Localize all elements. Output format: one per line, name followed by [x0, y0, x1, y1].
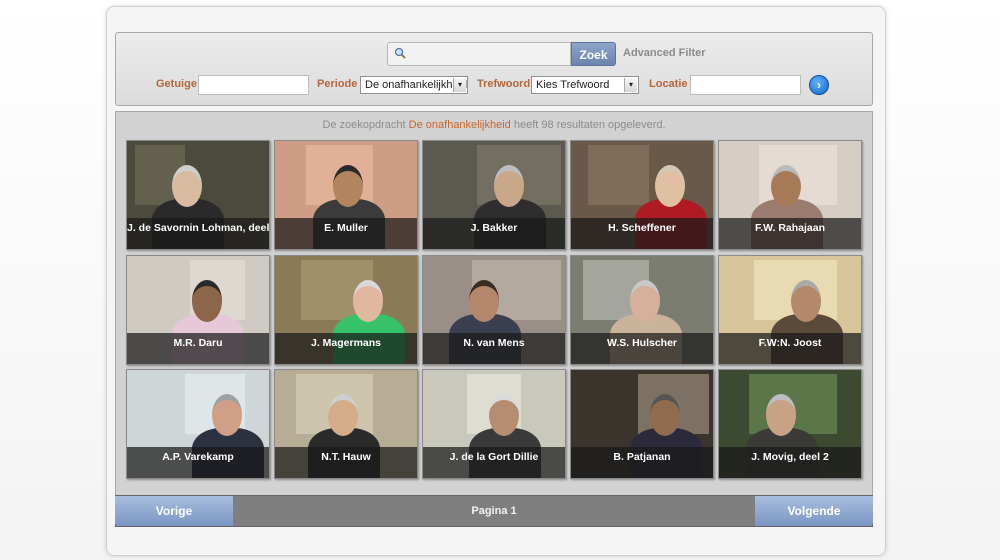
- search-icon: [394, 47, 406, 59]
- arrow-right-icon: ›: [817, 78, 821, 92]
- witness-name: M.R. Daru: [127, 333, 269, 364]
- witness-name: J. de la Gort Dillie: [423, 447, 565, 478]
- witness-name: N.T. Hauw: [275, 447, 417, 478]
- person-head: [469, 280, 499, 322]
- witness-name: F.W:N. Joost: [719, 333, 861, 364]
- person-head: [333, 165, 363, 207]
- person-head: [212, 394, 242, 436]
- witness-name: J. Movig, deel 2: [719, 447, 861, 478]
- getuige-label: Getuige: [156, 78, 197, 90]
- periode-label: Periode: [317, 78, 358, 90]
- witness-name: A.P. Varekamp: [127, 447, 269, 478]
- witness-tile[interactable]: J. Bakker: [422, 140, 566, 250]
- witness-tile[interactable]: N.T. Hauw: [274, 369, 418, 479]
- next-page-button[interactable]: Volgende: [755, 496, 873, 526]
- witness-name: W.S. Hulscher: [571, 333, 713, 364]
- person-head: [791, 280, 821, 322]
- results-suffix: heeft 98 resultaten opgeleverd.: [513, 119, 666, 131]
- witness-tile[interactable]: M.R. Daru: [126, 255, 270, 365]
- person-head: [192, 280, 222, 322]
- advanced-filter-link[interactable]: Advanced Filter: [623, 47, 706, 59]
- witness-tile[interactable]: J. Magermans: [274, 255, 418, 365]
- go-arrow-button[interactable]: ›: [809, 75, 829, 95]
- search-input[interactable]: [387, 42, 571, 66]
- locatie-label: Locatie: [649, 78, 688, 90]
- person-head: [771, 165, 801, 207]
- witness-name: E. Muller: [275, 218, 417, 249]
- person-head: [494, 165, 524, 207]
- witness-tile[interactable]: J. de Savornin Lohman, deel 2: [126, 140, 270, 250]
- search-button[interactable]: Zoek: [571, 42, 616, 66]
- trefwoord-select-value: Kies Trefwoord: [536, 79, 610, 91]
- witness-tile[interactable]: W.S. Hulscher: [570, 255, 714, 365]
- chevron-down-icon: ▾: [453, 78, 466, 92]
- trefwoord-label: Trefwoord: [477, 78, 531, 90]
- witness-name: F.W. Rahajaan: [719, 218, 861, 249]
- periode-select-value: De onafhankelijkheid: [365, 79, 468, 91]
- witness-tile[interactable]: E. Muller: [274, 140, 418, 250]
- results-summary: De zoekopdracht De onafhankelijkheid hee…: [115, 119, 873, 131]
- witness-name: H. Scheffener: [571, 218, 713, 249]
- prev-page-button[interactable]: Vorige: [115, 496, 233, 526]
- witness-name: J. Bakker: [423, 218, 565, 249]
- getuige-input[interactable]: [198, 75, 309, 95]
- person-head: [655, 165, 685, 207]
- page-indicator: Pagina 1: [471, 505, 517, 517]
- person-head: [650, 394, 680, 436]
- witness-tile[interactable]: F.W. Rahajaan: [718, 140, 862, 250]
- person-head: [353, 280, 383, 322]
- trefwoord-select[interactable]: Kies Trefwoord ▾: [531, 76, 639, 94]
- results-prefix: De zoekopdracht: [322, 119, 406, 131]
- person-head: [328, 394, 358, 436]
- person-head: [766, 394, 796, 436]
- witness-tile[interactable]: A.P. Varekamp: [126, 369, 270, 479]
- witness-tile[interactable]: H. Scheffener: [570, 140, 714, 250]
- person-head: [172, 165, 202, 207]
- witness-tile[interactable]: B. Patjanan: [570, 369, 714, 479]
- witness-tile[interactable]: N. van Mens: [422, 255, 566, 365]
- person-head: [630, 280, 660, 322]
- periode-select[interactable]: De onafhankelijkheid ▾: [360, 76, 468, 94]
- locatie-input[interactable]: [690, 75, 801, 95]
- witness-tile[interactable]: J. de la Gort Dillie: [422, 369, 566, 479]
- person-head: [489, 394, 519, 436]
- witness-name: J. de Savornin Lohman, deel 2: [127, 218, 269, 249]
- witness-name: N. van Mens: [423, 333, 565, 364]
- witness-tile[interactable]: J. Movig, deel 2: [718, 369, 862, 479]
- chevron-down-icon: ▾: [624, 78, 637, 92]
- results-query: De onafhankelijkheid: [408, 119, 511, 131]
- thumbnail-background: [588, 145, 649, 205]
- witness-tile[interactable]: F.W:N. Joost: [718, 255, 862, 365]
- witness-name: B. Patjanan: [571, 447, 713, 478]
- witness-name: J. Magermans: [275, 333, 417, 364]
